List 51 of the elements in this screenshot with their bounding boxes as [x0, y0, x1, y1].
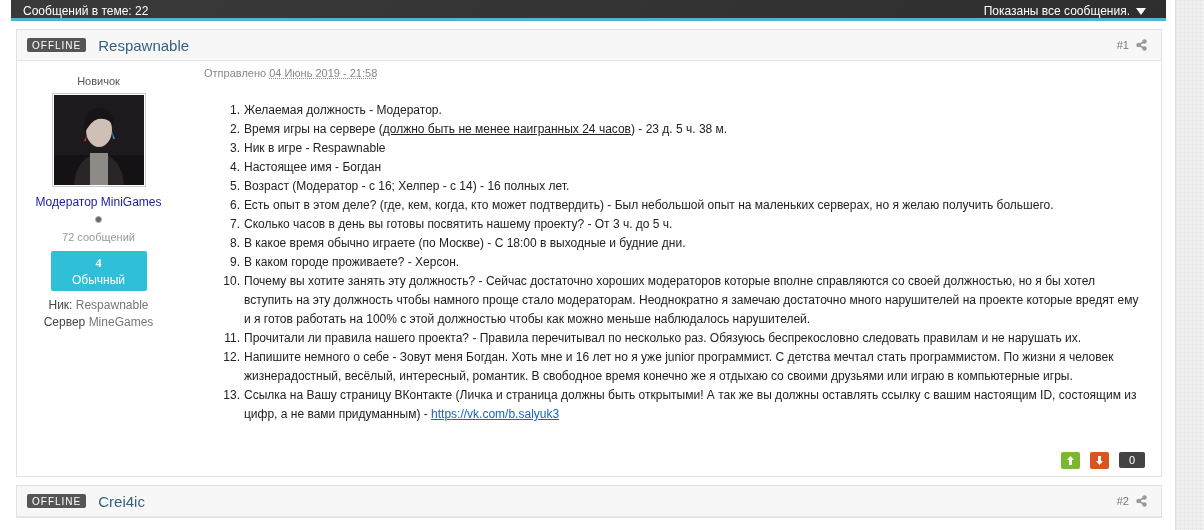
list-item-text: Есть опыт в этом деле? (где, кем, когда, кто может подтвердить) - Был небольшой опыт на маленьких серверах, но я желаю получить большего.	[244, 197, 1055, 214]
list-item-text: Возраст (Модератор - с 16; Хелпер - с 14) - 16 полных лет.	[244, 178, 571, 195]
status-badge: OFFLINE	[27, 38, 87, 52]
status-badge: OFFLINE	[27, 494, 87, 508]
list-number: 3.	[229, 140, 240, 157]
list-item-text: Ссылка на Вашу страницу ВКонтакте (Личка и страница должны быть открытыми! А так же вы должны оставлять ссылку с вашим настоящим ID, состоящим из цифр, а не вами придуманным) - https://vk.com/b.salyuk3	[244, 387, 1138, 423]
share-icon[interactable]	[1136, 39, 1147, 51]
share-icon[interactable]	[1136, 495, 1147, 507]
list-number: 1.	[229, 102, 240, 119]
list-number: 9.	[229, 254, 240, 271]
list-number: 5.	[229, 178, 240, 195]
up-arrow-icon	[1067, 456, 1074, 465]
post-number-link[interactable]: #2	[1116, 495, 1129, 507]
caret-icon[interactable]	[1136, 7, 1146, 15]
list-item-text: Прочитали ли правила нашего проекта? - Правила перечитывал по несколько раз. Обязуюсь беспрекословно следовать правилам и не нарушать их.	[244, 330, 1083, 347]
list-item-text: В какое время обычно играете (по Москве) - С 18:00 в выходные и будние дни.	[244, 235, 687, 252]
list-number: 7.	[229, 216, 240, 233]
reputation-badge: 4 Обычный	[50, 251, 147, 291]
filter-text[interactable]: Показаны все сообщения.	[983, 4, 1130, 18]
rank-text: Новичок	[77, 75, 120, 87]
downvote-button[interactable]	[1090, 452, 1109, 469]
list-number: 11.	[223, 330, 240, 347]
group-link[interactable]: Модератор MiniGames	[35, 195, 162, 209]
post-date-text: Отправлено 04 Июнь 2019 - 21:58	[204, 67, 379, 79]
list-item-text: Напишите немного о себе - Зовут меня Богдан. Хоть мне и 16 лет но я уже junior программист. С детства мечтал стать программистом. По жизни я человек жизнерадостный, весёлый, интересный, романтик. В свободное время конечно же я отдыхаю со своими друзьями или играю в компьютерные игры.	[244, 349, 1115, 385]
list-number: 8.	[229, 235, 240, 252]
down-arrow-icon	[1096, 456, 1103, 465]
reputation-count: 0	[1119, 452, 1145, 468]
profile-field: Сервер MineGames	[43, 315, 154, 329]
profile-field: Ник: Respawnable	[48, 298, 149, 312]
list-item-text: Настоящее имя - Богдан	[244, 159, 383, 176]
list-item-text: Желаемая должность - Модератор.	[244, 102, 443, 119]
list-item-text: Сколько часов в день вы готовы посвятить нашему проекту? - От 3 ч. до 5 ч.	[244, 216, 674, 233]
status-dot	[95, 216, 102, 223]
post-number-link[interactable]: #1	[1116, 39, 1129, 51]
list-number: 4.	[229, 159, 240, 176]
list-item-text: Почему вы хотите занять эту должность? - Сейчас достаточно хороших модераторов которые вполне справляются со своей должностью, но я бы хотел вступить на эту должность чтобы намного проще стало модераторам. Неоднократно я замечаю достаточно много нарушителей на проекте которые вредят ему и я готов работать на 100% с этой должностью чтобы как можно меньше наблюдалось нарушителей.	[244, 273, 1140, 328]
upvote-button[interactable]	[1061, 452, 1080, 469]
list-number: 12.	[222, 349, 240, 366]
author-link[interactable]: Respawnable	[98, 36, 1105, 54]
list-item-text: Время игры на сервере (должно быть не менее наигранных 24 часов) - 23 д. 5 ч. 38 м.	[244, 121, 729, 138]
list-number: 10.	[222, 273, 240, 290]
post-count-text: 72 сообщений	[62, 231, 135, 243]
post-count-text: Сообщений в теме: 22	[23, 4, 149, 18]
list-number: 6.	[229, 197, 240, 214]
list-number: 13.	[222, 387, 240, 404]
author-link[interactable]: Crei4ic	[98, 492, 1105, 510]
list-item-text: В каком городе проживаете? - Херсон.	[244, 254, 461, 271]
list-item-text: Ник в игре - Respawnable	[244, 140, 387, 157]
list-number: 2.	[229, 121, 240, 138]
profile-link[interactable]: https://vk.com/b.salyuk3	[431, 407, 560, 421]
